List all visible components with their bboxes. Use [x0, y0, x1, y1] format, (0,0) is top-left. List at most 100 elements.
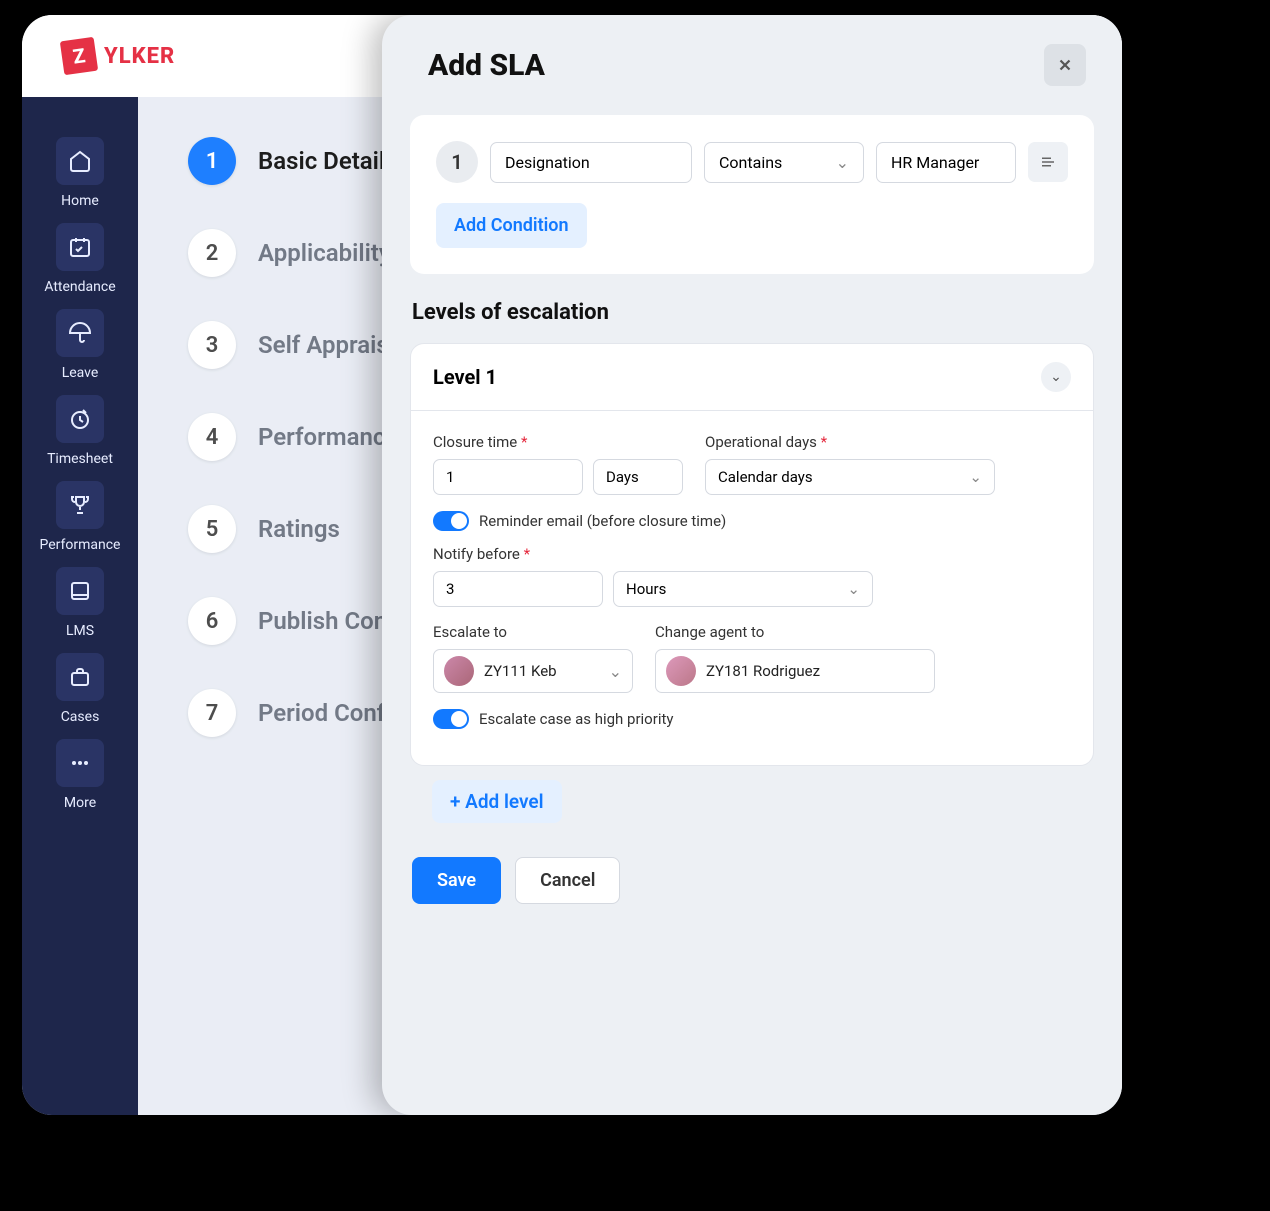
- cancel-button[interactable]: Cancel: [515, 857, 620, 904]
- panel-header: Add SLA: [382, 15, 1122, 115]
- condition-operator-select[interactable]: Contains ⌄: [704, 142, 864, 183]
- condition-value-text: HR Manager: [891, 153, 979, 172]
- calendar-check-icon: [56, 223, 104, 271]
- change-agent-value: ZY181 Rodriguez: [706, 662, 924, 680]
- sidebar-item-label: Performance: [40, 537, 121, 553]
- notify-before-input[interactable]: 3: [433, 571, 603, 607]
- high-priority-toggle-row: Escalate case as high priority: [433, 709, 1071, 729]
- condition-field-select[interactable]: Designation: [490, 142, 692, 183]
- escalate-to-value: ZY111 Keb: [484, 662, 599, 680]
- step-number: 2: [188, 229, 236, 277]
- closure-time-unit[interactable]: Days: [593, 459, 683, 495]
- step-number: 5: [188, 505, 236, 553]
- high-priority-toggle-label: Escalate case as high priority: [479, 710, 673, 728]
- sidebar-item-label: LMS: [66, 623, 94, 639]
- sidebar-item-lms[interactable]: LMS: [56, 567, 104, 639]
- level-title: Level 1: [433, 365, 497, 389]
- condition-row: 1 Designation Contains ⌄ HR Manager: [436, 141, 1068, 183]
- add-level-button[interactable]: + Add level: [432, 780, 562, 823]
- escalate-to-label: Escalate to: [433, 623, 633, 641]
- closure-time-field: Closure time * 1 Days: [433, 433, 683, 495]
- sidebar-item-label: Leave: [62, 365, 99, 381]
- panel-body: 1 Designation Contains ⌄ HR Manager Add C…: [382, 115, 1122, 1115]
- footer-actions: Save Cancel: [410, 847, 1094, 904]
- logo: Z YLKER: [62, 39, 175, 73]
- app-window: Z YLKER Home Attendance Leave Timesheet: [22, 15, 1122, 1115]
- chevron-down-icon: ⌄: [836, 153, 849, 172]
- panel-title: Add SLA: [428, 48, 545, 83]
- home-icon: [56, 137, 104, 185]
- step-number: 3: [188, 321, 236, 369]
- sidebar-item-label: Home: [61, 193, 99, 209]
- change-agent-field: Change agent to ZY181 Rodriguez: [655, 623, 935, 693]
- condition-options-button[interactable]: [1028, 142, 1068, 182]
- high-priority-toggle[interactable]: [433, 709, 469, 729]
- sidebar-item-more[interactable]: More: [56, 739, 104, 811]
- step-number: 1: [188, 137, 236, 185]
- sidebar-item-timesheet[interactable]: Timesheet: [47, 395, 113, 467]
- step-label: Basic Details: [258, 147, 398, 175]
- close-button[interactable]: [1044, 44, 1086, 86]
- reminder-toggle[interactable]: [433, 511, 469, 531]
- step-number: 4: [188, 413, 236, 461]
- escalate-agent-row: Escalate to ZY111 Keb ⌄ Change agent to: [433, 623, 1071, 693]
- closure-opdays-row: Closure time * 1 Days Operational days *…: [433, 433, 1071, 495]
- sidebar-item-label: Cases: [61, 709, 100, 725]
- sidebar-item-label: Attendance: [44, 279, 115, 295]
- save-button[interactable]: Save: [412, 857, 501, 904]
- closure-time-label: Closure time *: [433, 433, 683, 451]
- sidebar-item-label: More: [64, 795, 96, 811]
- step-label: Ratings: [258, 515, 340, 543]
- more-icon: [56, 739, 104, 787]
- notify-before-field: Notify before * 3 Hours ⌄: [433, 545, 1071, 607]
- step-number: 7: [188, 689, 236, 737]
- operational-days-label: Operational days *: [705, 433, 995, 451]
- step-label: Applicability: [258, 239, 391, 267]
- close-icon: [1056, 56, 1074, 74]
- reminder-toggle-label: Reminder email (before closure time): [479, 512, 726, 530]
- level-header: Level 1 ⌄: [411, 344, 1093, 411]
- sidebar-item-performance[interactable]: Performance: [40, 481, 121, 553]
- operational-days-value: Calendar days: [718, 468, 813, 486]
- escalate-to-field: Escalate to ZY111 Keb ⌄: [433, 623, 633, 693]
- escalate-to-select[interactable]: ZY111 Keb ⌄: [433, 649, 633, 693]
- avatar: [666, 656, 696, 686]
- add-sla-panel: Add SLA 1 Designation Contains ⌄ HR Manag…: [382, 15, 1122, 1115]
- sidebar-item-leave[interactable]: Leave: [56, 309, 104, 381]
- step-label: Performance: [258, 423, 398, 451]
- change-agent-select[interactable]: ZY181 Rodriguez: [655, 649, 935, 693]
- reminder-toggle-row: Reminder email (before closure time): [433, 511, 1071, 531]
- collapse-button[interactable]: ⌄: [1041, 362, 1071, 392]
- notify-before-unit-select[interactable]: Hours ⌄: [613, 571, 873, 607]
- condition-value-select[interactable]: HR Manager: [876, 142, 1016, 183]
- list-icon: [1039, 153, 1057, 171]
- clock-icon: [56, 395, 104, 443]
- briefcase-icon: [56, 653, 104, 701]
- notify-before-unit-value: Hours: [626, 580, 666, 598]
- sidebar-item-cases[interactable]: Cases: [56, 653, 104, 725]
- chevron-down-icon: ⌄: [609, 662, 622, 681]
- operational-days-field: Operational days * Calendar days⌄: [705, 433, 995, 495]
- step-number: 6: [188, 597, 236, 645]
- chevron-down-icon: ⌄: [1050, 369, 1062, 385]
- closure-time-input[interactable]: 1: [433, 459, 583, 495]
- avatar: [444, 656, 474, 686]
- change-agent-label: Change agent to: [655, 623, 935, 641]
- condition-operator-value: Contains: [719, 153, 782, 172]
- umbrella-icon: [56, 309, 104, 357]
- add-condition-button[interactable]: Add Condition: [436, 203, 587, 248]
- logo-text: YLKER: [104, 44, 175, 69]
- condition-index: 1: [436, 141, 478, 183]
- condition-field-value: Designation: [505, 153, 590, 172]
- sidebar-item-home[interactable]: Home: [56, 137, 104, 209]
- sidebar: Home Attendance Leave Timesheet Performa…: [22, 97, 138, 1115]
- sidebar-item-attendance[interactable]: Attendance: [44, 223, 115, 295]
- chevron-down-icon: ⌄: [847, 580, 860, 598]
- escalation-heading: Levels of escalation: [410, 300, 1094, 325]
- trophy-icon: [56, 481, 104, 529]
- escalation-section: Levels of escalation Level 1 ⌄ Closure t…: [410, 300, 1094, 823]
- notify-before-label: Notify before *: [433, 545, 1071, 563]
- level-card: Level 1 ⌄ Closure time * 1 Days: [410, 343, 1094, 766]
- logo-mark: Z: [60, 37, 98, 75]
- operational-days-select[interactable]: Calendar days⌄: [705, 459, 995, 495]
